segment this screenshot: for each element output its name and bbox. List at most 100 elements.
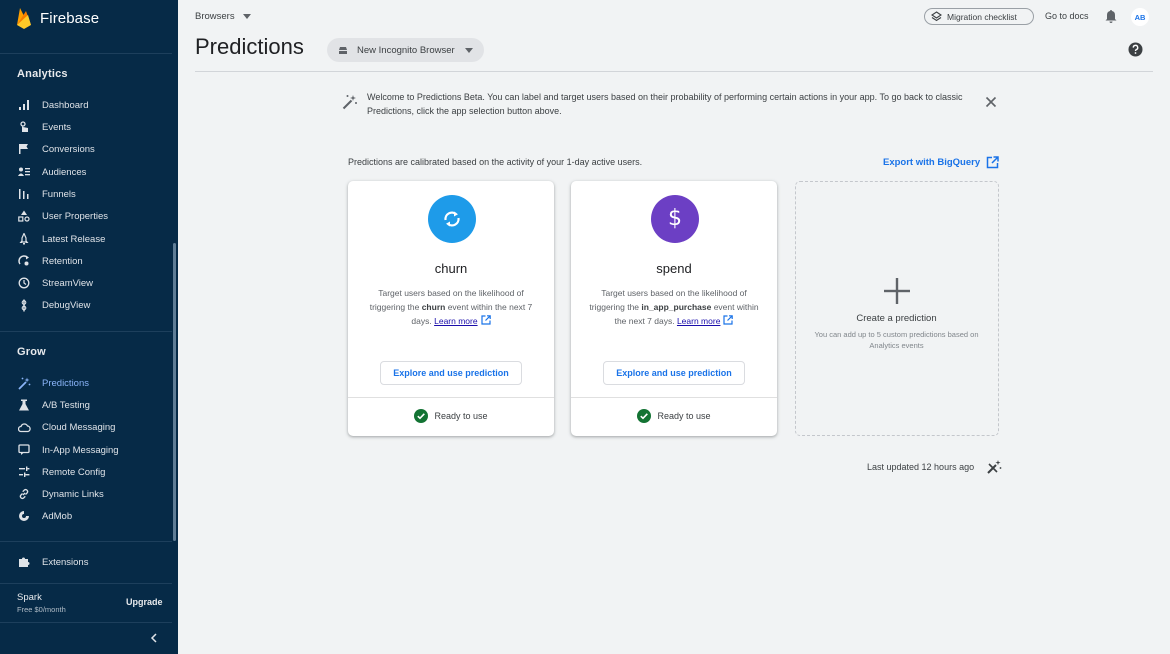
- sidebar-item-remote-config[interactable]: Remote Config: [0, 461, 172, 483]
- audience-icon: [17, 165, 31, 179]
- section-title-analytics: Analytics: [17, 68, 68, 80]
- sidebar-item-label: Remote Config: [42, 466, 106, 478]
- sidebar-item-label: User Properties: [42, 210, 108, 222]
- flag-icon: [17, 142, 31, 156]
- caret-down-icon: [242, 14, 251, 19]
- sidebar-item-extensions[interactable]: Extensions: [0, 551, 172, 573]
- sidebar-item-label: Retention: [42, 255, 83, 267]
- sidebar-item-funnels[interactable]: Funnels: [0, 183, 172, 205]
- sidebar-item-conversions[interactable]: Conversions: [0, 138, 172, 160]
- learn-more-link[interactable]: Learn more: [434, 316, 477, 326]
- flask-icon: [17, 398, 31, 412]
- open-in-new-icon: [986, 156, 999, 169]
- sidebar-item-in-app-messaging[interactable]: In-App Messaging: [0, 439, 172, 461]
- breadcrumb-label: Browsers: [195, 11, 235, 22]
- shapes-icon: [17, 209, 31, 223]
- export-label: Export with BigQuery: [883, 157, 981, 168]
- sidebar-item-label: Funnels: [42, 188, 76, 200]
- sidebar-item-dashboard[interactable]: Dashboard: [0, 94, 172, 116]
- sidebar-divider: [0, 331, 172, 332]
- sidebar-item-user-properties[interactable]: User Properties: [0, 205, 172, 227]
- sidebar-item-retention[interactable]: Retention: [0, 250, 172, 272]
- firebase-brand[interactable]: Firebase: [16, 6, 99, 30]
- plus-icon: [884, 278, 910, 304]
- calibration-note: Predictions are calibrated based on the …: [348, 157, 643, 167]
- breadcrumb-project-selector[interactable]: Browsers: [195, 11, 251, 22]
- sidebar-divider: [0, 53, 172, 54]
- bell-icon[interactable]: [1104, 9, 1118, 24]
- sidebar-item-label: Audiences: [42, 166, 87, 178]
- prediction-description: Target users based on the likelihood of …: [369, 288, 533, 326]
- status-label: Ready to use: [657, 411, 711, 421]
- release-icon: [17, 232, 31, 246]
- prediction-card-churn[interactable]: churn Target users based on the likeliho…: [348, 181, 554, 436]
- page-title: Predictions: [195, 34, 304, 59]
- learn-more-link[interactable]: Learn more: [677, 316, 720, 326]
- sidebar-divider: [0, 583, 172, 584]
- sidebar-item-debugview[interactable]: DebugView: [0, 294, 172, 316]
- migration-checklist-button[interactable]: Migration checklist: [924, 8, 1034, 25]
- sidebar-item-label: AdMob: [42, 510, 73, 522]
- explore-prediction-button[interactable]: Explore and use prediction: [603, 361, 745, 385]
- retention-icon: [17, 254, 31, 268]
- magic-wand-tools-icon[interactable]: [986, 459, 1002, 475]
- create-prediction-subtitle: You can add up to 5 custom predictions b…: [814, 330, 979, 350]
- prediction-description: Target users based on the likelihood of …: [589, 288, 759, 326]
- dollar-icon: $: [651, 195, 699, 243]
- remote-config-icon: [17, 465, 31, 479]
- status-badge: Ready to use: [348, 409, 554, 423]
- sidebar-item-latest-release[interactable]: Latest Release: [0, 228, 172, 250]
- help-icon[interactable]: [1128, 42, 1143, 57]
- go-to-docs-link[interactable]: Go to docs: [1045, 11, 1089, 21]
- migration-label: Migration checklist: [947, 11, 1017, 22]
- prediction-card-spend[interactable]: $ spend Target users based on the likeli…: [571, 181, 777, 436]
- upgrade-button[interactable]: Upgrade: [120, 596, 169, 608]
- avatar[interactable]: AB: [1131, 8, 1149, 26]
- open-in-new-icon: [723, 315, 734, 325]
- beta-banner-text: Welcome to Predictions Beta. You can lab…: [367, 92, 963, 116]
- check-circle-icon: [637, 409, 652, 423]
- sidebar-item-label: Dashboard: [42, 99, 89, 111]
- sidebar-item-label: Latest Release: [42, 233, 106, 245]
- sidebar: Firebase Analytics Dashboard Events Conv…: [0, 0, 178, 654]
- sidebar-item-cloud-messaging[interactable]: Cloud Messaging: [0, 416, 172, 438]
- bar-chart-icon: [17, 98, 31, 112]
- sidebar-item-label: Predictions: [42, 377, 89, 389]
- export-bigquery-link[interactable]: Export with BigQuery: [883, 156, 999, 169]
- sidebar-item-events[interactable]: Events: [0, 116, 172, 138]
- app-selector[interactable]: New Incognito Browser: [327, 38, 484, 62]
- sidebar-item-label: StreamView: [42, 277, 94, 289]
- sidebar-item-predictions[interactable]: Predictions: [0, 372, 172, 394]
- prediction-title: churn: [434, 261, 468, 276]
- collapse-sidebar-button[interactable]: [148, 632, 160, 644]
- explore-prediction-button[interactable]: Explore and use prediction: [380, 361, 522, 385]
- magic-wand-icon: [17, 376, 31, 390]
- check-circle-icon: [414, 409, 429, 423]
- status-label: Ready to use: [434, 411, 488, 421]
- sidebar-item-audiences[interactable]: Audiences: [0, 161, 172, 183]
- section-title-grow: Grow: [17, 346, 46, 358]
- sidebar-item-streamview[interactable]: StreamView: [0, 272, 172, 294]
- sidebar-item-label: In-App Messaging: [42, 444, 119, 456]
- sidebar-item-ab-testing[interactable]: A/B Testing: [0, 394, 172, 416]
- sidebar-divider: [0, 622, 172, 623]
- admob-icon: [17, 509, 31, 523]
- open-in-new-icon: [480, 315, 491, 325]
- sidebar-item-dynamic-links[interactable]: Dynamic Links: [0, 483, 172, 505]
- sidebar-scrollbar[interactable]: [173, 243, 176, 541]
- sidebar-item-admob[interactable]: AdMob: [0, 505, 172, 527]
- chat-icon: [17, 443, 31, 457]
- plan-name: Spark: [17, 592, 42, 603]
- churn-icon: [428, 195, 476, 243]
- close-icon[interactable]: [985, 96, 997, 108]
- plan-price: Free $0/month: [17, 605, 66, 614]
- link-icon: [17, 487, 31, 501]
- cloud-icon: [17, 420, 31, 434]
- status-badge: Ready to use: [571, 409, 777, 423]
- chevron-left-icon: [150, 633, 157, 643]
- magic-wand-icon: [342, 95, 357, 110]
- sidebar-divider: [0, 541, 172, 542]
- sidebar-item-label: Events: [42, 121, 72, 133]
- create-prediction-card[interactable]: Create a prediction You can add up to 5 …: [795, 181, 999, 436]
- funnel-icon: [17, 187, 31, 201]
